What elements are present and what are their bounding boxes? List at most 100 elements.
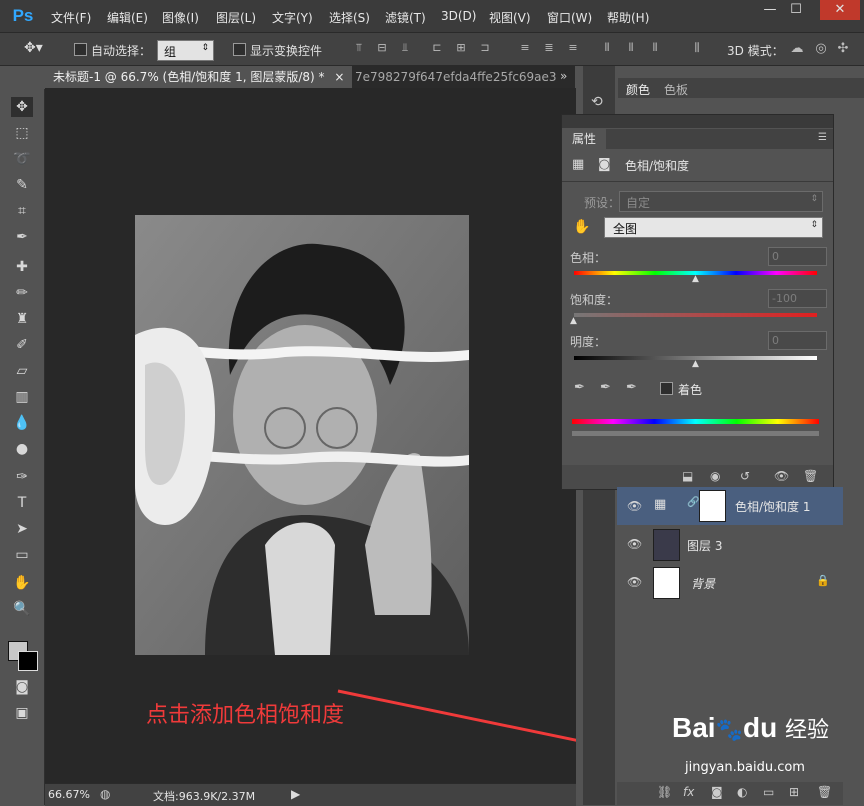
- 3d-roll-icon[interactable]: ◎: [814, 41, 828, 56]
- auto-select-checkbox[interactable]: [74, 43, 87, 56]
- new-layer-icon[interactable]: ⊞: [789, 785, 799, 799]
- history-panel-icon[interactable]: ⟲: [591, 94, 603, 110]
- visibility-eye-icon[interactable]: 👁: [627, 575, 642, 589]
- menu-image[interactable]: 图像(I): [162, 9, 199, 26]
- menu-file[interactable]: 文件(F): [51, 9, 91, 26]
- distribute-bottom-icon[interactable]: ≡: [566, 41, 580, 55]
- new-group-icon[interactable]: ▭: [763, 785, 774, 799]
- 3d-pan-icon[interactable]: ✣: [836, 41, 850, 56]
- menu-help[interactable]: 帮助(H): [607, 9, 649, 26]
- tabs-overflow-icon[interactable]: »: [560, 69, 567, 83]
- delete-icon[interactable]: 🗑: [803, 469, 818, 483]
- status-menu-icon[interactable]: ▶: [291, 787, 300, 801]
- properties-panel-header[interactable]: [562, 115, 833, 128]
- layer-row-hue-saturation[interactable]: 👁 ▦ 🔗 色相/饱和度 1: [617, 487, 843, 525]
- 3d-rotate-icon[interactable]: ☁: [790, 41, 804, 56]
- colorize-checkbox[interactable]: [660, 382, 673, 395]
- hue-value-field[interactable]: 0: [768, 247, 827, 266]
- saturation-slider-handle[interactable]: ▲: [570, 316, 577, 326]
- menu-layer[interactable]: 图层(L): [216, 9, 256, 26]
- add-mask-icon[interactable]: ◙: [711, 785, 723, 799]
- lasso-tool-icon[interactable]: ➰: [11, 149, 33, 169]
- menu-view[interactable]: 视图(V): [489, 9, 531, 26]
- preset-select[interactable]: 自定 ⇕: [619, 191, 823, 212]
- history-brush-icon[interactable]: ✐: [11, 335, 33, 355]
- show-transform-checkbox[interactable]: [233, 43, 246, 56]
- saturation-slider[interactable]: [574, 313, 817, 317]
- zoom-tool-icon[interactable]: 🔍: [11, 599, 33, 619]
- zoom-readout[interactable]: 66.67%: [48, 788, 90, 801]
- healing-tool-icon[interactable]: ✚: [11, 257, 33, 277]
- auto-align-icon[interactable]: ⫼: [690, 41, 704, 55]
- align-bottom-icon[interactable]: ⫫: [398, 41, 412, 55]
- quick-select-tool-icon[interactable]: ✎: [11, 175, 33, 195]
- clip-to-layer-icon[interactable]: ⬓: [682, 469, 693, 483]
- screen-mode-icon[interactable]: ▣: [11, 703, 33, 723]
- layer-row-layer3[interactable]: 👁 图层 3: [617, 525, 843, 563]
- view-previous-icon[interactable]: ◉: [710, 469, 720, 483]
- hand-tool-icon[interactable]: ✋: [11, 573, 33, 593]
- eyedropper-plus-icon[interactable]: ✒: [600, 380, 611, 395]
- layer-mask-thumbnail[interactable]: [699, 490, 726, 522]
- link-icon[interactable]: 🔗: [687, 497, 699, 508]
- tab-properties[interactable]: 属性: [562, 129, 606, 149]
- eyedropper-minus-icon[interactable]: ✒: [626, 380, 637, 395]
- stamp-tool-icon[interactable]: ♜: [11, 309, 33, 329]
- group-select[interactable]: 组 ⇕: [157, 40, 214, 61]
- eyedropper-icon[interactable]: ✒: [574, 380, 585, 395]
- align-right-icon[interactable]: ⊐: [478, 41, 492, 55]
- visibility-icon[interactable]: 👁: [774, 469, 789, 483]
- align-vcenter-icon[interactable]: ⊟: [375, 41, 389, 55]
- type-tool-icon[interactable]: T: [11, 493, 33, 513]
- new-adjustment-layer-icon[interactable]: ◐: [737, 785, 747, 799]
- close-button[interactable]: ✕: [820, 0, 860, 20]
- quick-mask-icon[interactable]: ◙: [11, 677, 33, 697]
- brush-tool-icon[interactable]: ✏: [11, 283, 33, 303]
- targeted-adjust-hand-icon[interactable]: ✋: [573, 219, 590, 235]
- document-photo[interactable]: [135, 215, 469, 655]
- menu-edit[interactable]: 编辑(E): [107, 9, 148, 26]
- pen-tool-icon[interactable]: ✑: [11, 467, 33, 487]
- move-tool-icon[interactable]: ✥▾: [24, 40, 43, 56]
- menu-3d[interactable]: 3D(D): [441, 9, 476, 23]
- visibility-eye-icon[interactable]: 👁: [627, 499, 642, 513]
- mask-icon[interactable]: ◙: [598, 157, 611, 172]
- channel-select[interactable]: 全图 ⇕: [604, 217, 823, 238]
- menu-type[interactable]: 文字(Y): [272, 9, 313, 26]
- background-color-swatch[interactable]: [18, 651, 38, 671]
- menu-select[interactable]: 选择(S): [329, 9, 370, 26]
- tab-swatches[interactable]: 色板: [664, 81, 688, 98]
- dodge-tool-icon[interactable]: ●: [11, 439, 33, 459]
- layer-row-background[interactable]: 👁 背景 🔒: [617, 563, 843, 601]
- tab-color[interactable]: 颜色: [626, 81, 650, 98]
- reset-icon[interactable]: ↺: [740, 469, 750, 483]
- shape-tool-icon[interactable]: ▭: [11, 545, 33, 565]
- crop-tool-icon[interactable]: ⌗: [11, 201, 33, 221]
- distribute-vcenter-icon[interactable]: ≣: [542, 41, 556, 55]
- menu-window[interactable]: 窗口(W): [547, 9, 592, 26]
- marquee-tool-icon[interactable]: ⬚: [11, 123, 33, 143]
- distribute-hcenter-icon[interactable]: ⦀: [624, 41, 638, 55]
- panel-menu-icon[interactable]: ☰: [818, 132, 827, 143]
- lightness-value-field[interactable]: 0: [768, 331, 827, 350]
- link-layers-icon[interactable]: ⛓: [657, 785, 672, 799]
- fx-icon[interactable]: fx: [683, 785, 694, 799]
- align-hcenter-icon[interactable]: ⊞: [454, 41, 468, 55]
- visibility-eye-icon[interactable]: 👁: [627, 537, 642, 551]
- menu-filter[interactable]: 滤镜(T): [385, 9, 426, 26]
- maximize-button[interactable]: ☐: [782, 0, 810, 20]
- distribute-top-icon[interactable]: ≡: [518, 41, 532, 55]
- lightness-slider-handle[interactable]: ▲: [692, 359, 699, 369]
- eyedropper-tool-icon[interactable]: ✒: [11, 227, 33, 247]
- align-top-icon[interactable]: ⫪: [352, 41, 366, 55]
- move-tool-icon[interactable]: ✥: [11, 97, 33, 117]
- tab-document-2[interactable]: 7e798279f647efda4ffe25fc69ae3: [347, 66, 565, 88]
- path-select-tool-icon[interactable]: ➤: [11, 519, 33, 539]
- eraser-tool-icon[interactable]: ▱: [11, 361, 33, 381]
- gradient-tool-icon[interactable]: ▥: [11, 387, 33, 407]
- tab-close-icon[interactable]: ×: [334, 70, 344, 84]
- delete-layer-icon[interactable]: 🗑: [817, 785, 832, 799]
- tab-document-active[interactable]: 未标题-1 @ 66.7% (色相/饱和度 1, 图层蒙版/8) * ×: [45, 66, 353, 88]
- blur-tool-icon[interactable]: 💧: [11, 413, 33, 433]
- distribute-right-icon[interactable]: ⦀: [648, 41, 662, 55]
